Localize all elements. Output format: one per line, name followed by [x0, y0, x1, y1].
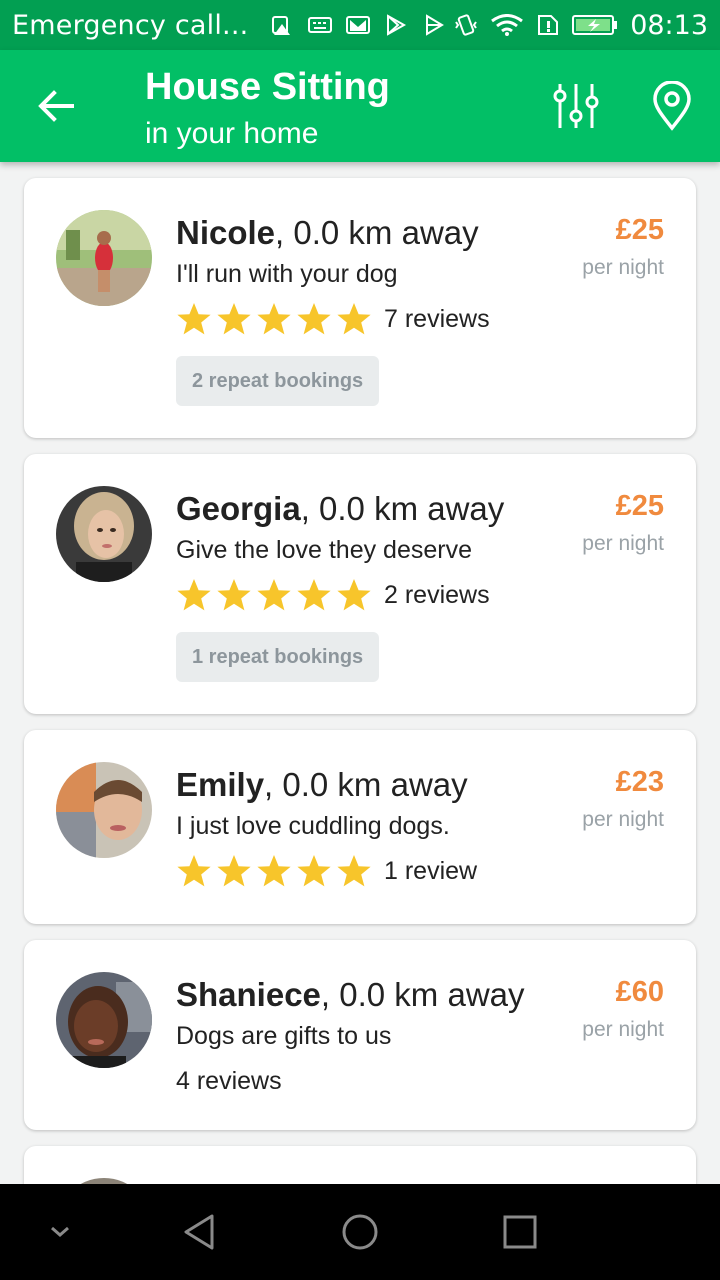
- screen: Emergency call... 08:13 House Sitting in…: [0, 0, 720, 1280]
- price: £23: [615, 766, 664, 798]
- back-triangle-icon: [184, 1214, 214, 1250]
- star-icon: [177, 579, 211, 611]
- price: £25: [615, 214, 664, 246]
- sitter-card[interactable]: Emily, 0.0 km away I just love cuddling …: [24, 730, 696, 924]
- status-right-icons: 08:13: [454, 10, 708, 41]
- nav-recents-button[interactable]: [490, 1202, 550, 1262]
- sitter-name-line: Georgia, 0.0 km away: [176, 490, 504, 528]
- sitter-distance: , 0.0 km away: [300, 490, 505, 527]
- system-nav-bar: [0, 1184, 720, 1280]
- review-count: 7 reviews: [384, 304, 490, 333]
- sitter-name: Shaniece: [176, 976, 321, 1013]
- price-unit: per night: [582, 532, 664, 555]
- avatar: [56, 210, 152, 306]
- sitter-card[interactable]: Nicole, 0.0 km away I'll run with your d…: [24, 178, 696, 438]
- avatar: [56, 972, 152, 1068]
- nav-home-button[interactable]: [330, 1202, 390, 1262]
- location-pin-icon: [653, 81, 691, 131]
- star-icon: [337, 855, 371, 887]
- arrow-back-icon: [38, 90, 74, 122]
- page-title: House Sitting: [145, 66, 390, 108]
- location-button[interactable]: [644, 78, 700, 134]
- sitter-tagline: Dogs are gifts to us: [176, 1022, 392, 1050]
- star-icon: [217, 855, 251, 887]
- review-count: 2 reviews: [384, 580, 490, 609]
- sitter-name-line: Emily, 0.0 km away: [176, 766, 468, 804]
- price: £60: [615, 976, 664, 1008]
- keyboard-icon: [308, 17, 333, 33]
- review-count: 1 review: [384, 856, 478, 885]
- rating-row: 1 review: [176, 854, 477, 888]
- play-icon: [426, 14, 445, 36]
- notification-text: Emergency call...: [12, 9, 249, 41]
- star-icon: [217, 303, 251, 335]
- price-unit: per night: [582, 256, 664, 279]
- star-icon: [297, 303, 331, 335]
- sitter-tagline: I'll run with your dog: [176, 260, 398, 288]
- back-button[interactable]: [30, 80, 82, 132]
- star-icon: [257, 579, 291, 611]
- sliders-icon: [553, 84, 599, 128]
- rating-row: 2 reviews: [176, 578, 490, 612]
- sim-alert-icon: [538, 15, 559, 35]
- star-icon: [257, 303, 291, 335]
- avatar: [56, 762, 152, 858]
- home-circle-icon: [342, 1214, 378, 1250]
- app-toolbar: House Sitting in your home: [0, 50, 720, 162]
- sitter-list: Nicole, 0.0 km away I'll run with your d…: [0, 162, 720, 1184]
- star-icon: [257, 855, 291, 887]
- star-rating: [176, 578, 372, 612]
- price-unit: per night: [582, 1018, 664, 1041]
- price-unit: per night: [582, 808, 664, 831]
- star-icon: [177, 855, 211, 887]
- vibrate-icon: [455, 14, 478, 36]
- star-icon: [177, 303, 211, 335]
- repeat-bookings-badge: 2 repeat bookings: [176, 356, 380, 406]
- sitter-distance: , 0.0 km away: [275, 214, 479, 251]
- sitter-card[interactable]: [24, 1146, 696, 1184]
- sitter-card[interactable]: Shaniece, 0.0 km away Dogs are gifts to …: [24, 940, 696, 1130]
- sitter-tagline: I just love cuddling dogs.: [176, 812, 450, 840]
- gmail-icon: [346, 16, 371, 34]
- sitter-distance: , 0.0 km away: [320, 976, 525, 1013]
- page-subtitle: in your home: [145, 117, 319, 150]
- sitter-card[interactable]: Georgia, 0.0 km away Give the love they …: [24, 454, 696, 714]
- nav-hide-button[interactable]: [30, 1202, 90, 1262]
- chevron-down-icon: [51, 1226, 69, 1237]
- filter-button[interactable]: [548, 78, 604, 134]
- status-bar: Emergency call... 08:13: [0, 0, 720, 50]
- sitter-name: Emily: [176, 766, 265, 803]
- rating-row: 4 reviews: [176, 1064, 282, 1098]
- status-left-icons: [270, 14, 446, 36]
- avatar: [56, 486, 152, 582]
- sitter-name-line: Shaniece, 0.0 km away: [176, 976, 525, 1014]
- star-icon: [297, 855, 331, 887]
- star-icon: [217, 579, 251, 611]
- sitter-distance: , 0.0 km away: [264, 766, 468, 803]
- repeat-bookings-badge: 1 repeat bookings: [176, 632, 380, 682]
- star-rating: [176, 854, 372, 888]
- star-icon: [297, 579, 331, 611]
- star-icon: [337, 579, 371, 611]
- sitter-name: Nicole: [176, 214, 276, 251]
- rating-row: 7 reviews: [176, 302, 490, 336]
- sitter-tagline: Give the love they deserve: [176, 536, 472, 564]
- sitter-name: Georgia: [176, 490, 301, 527]
- review-count: 4 reviews: [176, 1066, 282, 1095]
- recents-square-icon: [503, 1215, 537, 1249]
- star-rating: [176, 302, 372, 336]
- star-icon: [337, 303, 371, 335]
- alert-icon: [272, 16, 291, 35]
- play-store-icon: [387, 14, 407, 36]
- nav-back-button[interactable]: [170, 1202, 230, 1262]
- battery-charging-icon: [572, 15, 618, 35]
- price: £25: [615, 490, 664, 522]
- wifi-icon: [491, 14, 524, 36]
- clock: 08:13: [630, 9, 708, 41]
- sitter-name-line: Nicole, 0.0 km away: [176, 214, 479, 252]
